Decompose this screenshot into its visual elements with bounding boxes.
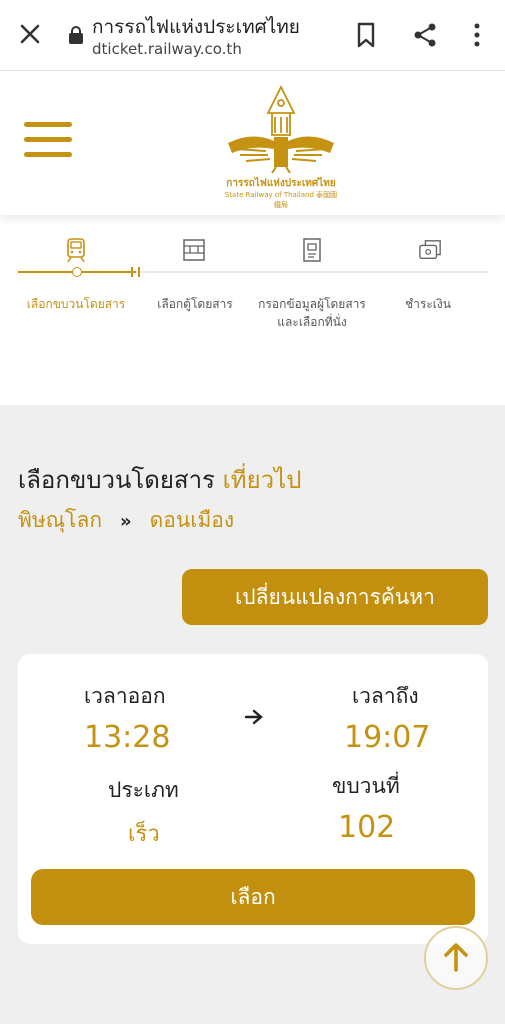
- booking-progress-steps: เลือกขบวนโดยสาร เลือกตู้โดยสาร กรอกข้อมู…: [0, 215, 505, 405]
- form-icon: [303, 238, 321, 262]
- progress-end-marker: [131, 267, 140, 277]
- train-result-card: เวลาออก 13:28 เวลาถึง 19:07 ประเภท เร็ว …: [18, 654, 488, 944]
- payment-icon: [419, 240, 441, 259]
- srt-logo[interactable]: การรถไฟแห่งประเทศไทย State Railway of Th…: [222, 83, 340, 209]
- change-search-button[interactable]: เปลี่ยนแปลงการค้นหา: [182, 569, 488, 625]
- logo-text-thai: การรถไฟแห่งประเทศไทย: [226, 178, 336, 189]
- more-options-icon[interactable]: [468, 22, 486, 48]
- lock-icon: [69, 26, 83, 44]
- train-number: 102: [338, 810, 396, 845]
- page-url[interactable]: dticket.railway.co.th: [92, 40, 242, 58]
- step-label-payment: ชำระเงิน: [405, 297, 451, 311]
- arrive-time-label: เวลาถึง: [352, 684, 419, 708]
- depart-time: 13:28: [84, 720, 171, 755]
- arrow-up-icon: [444, 943, 468, 972]
- page-title: การรถไฟแห่งประเทศไทย: [92, 16, 300, 38]
- train-icon: [67, 238, 85, 263]
- route: พิษณุโลก » ดอนเมือง: [18, 504, 234, 537]
- select-train-button[interactable]: เลือก: [31, 869, 475, 925]
- step-label-select-train: เลือกขบวนโดยสาร: [26, 297, 126, 311]
- step-label-passenger-info: กรอกข้อมูลผู้โดยสารและเลือกที่นั่ง: [258, 297, 366, 329]
- depart-time-label: เวลาออก: [84, 684, 166, 708]
- train-type-label: ประเภท: [108, 778, 179, 802]
- menu-icon[interactable]: [24, 122, 72, 162]
- origin-station: พิษณุโลก: [18, 508, 103, 532]
- site-header: การรถไฟแห่งประเทศไทย State Railway of Th…: [0, 71, 505, 215]
- share-icon[interactable]: [412, 22, 438, 48]
- garuda-emblem-icon: [228, 84, 334, 174]
- arrive-time: 19:07: [344, 720, 431, 755]
- train-type-value: เร็ว: [128, 822, 160, 847]
- logo-text-english: State Railway of Thailand 泰國國鐵局: [224, 191, 338, 209]
- carriage-icon: [183, 239, 205, 261]
- destination-station: ดอนเมือง: [149, 508, 235, 532]
- scroll-to-top-button[interactable]: [424, 926, 488, 990]
- arrow-right-icon: [244, 709, 263, 725]
- train-number-label: ขบวนที่: [332, 774, 400, 798]
- bookmark-icon[interactable]: [354, 22, 378, 48]
- heading-text: เลือกขบวนโดยสาร: [18, 466, 215, 494]
- browser-toolbar: การรถไฟแห่งประเทศไทย dticket.railway.co.…: [0, 0, 505, 71]
- progress-dot: [72, 267, 82, 277]
- section-heading: เลือกขบวนโดยสาร เที่ยวไป: [18, 460, 301, 499]
- trip-type: เที่ยวไป: [222, 466, 302, 494]
- step-label-select-carriage: เลือกตู้โดยสาร: [157, 297, 233, 311]
- route-arrow-icon: »: [120, 511, 132, 532]
- close-icon[interactable]: [18, 22, 42, 46]
